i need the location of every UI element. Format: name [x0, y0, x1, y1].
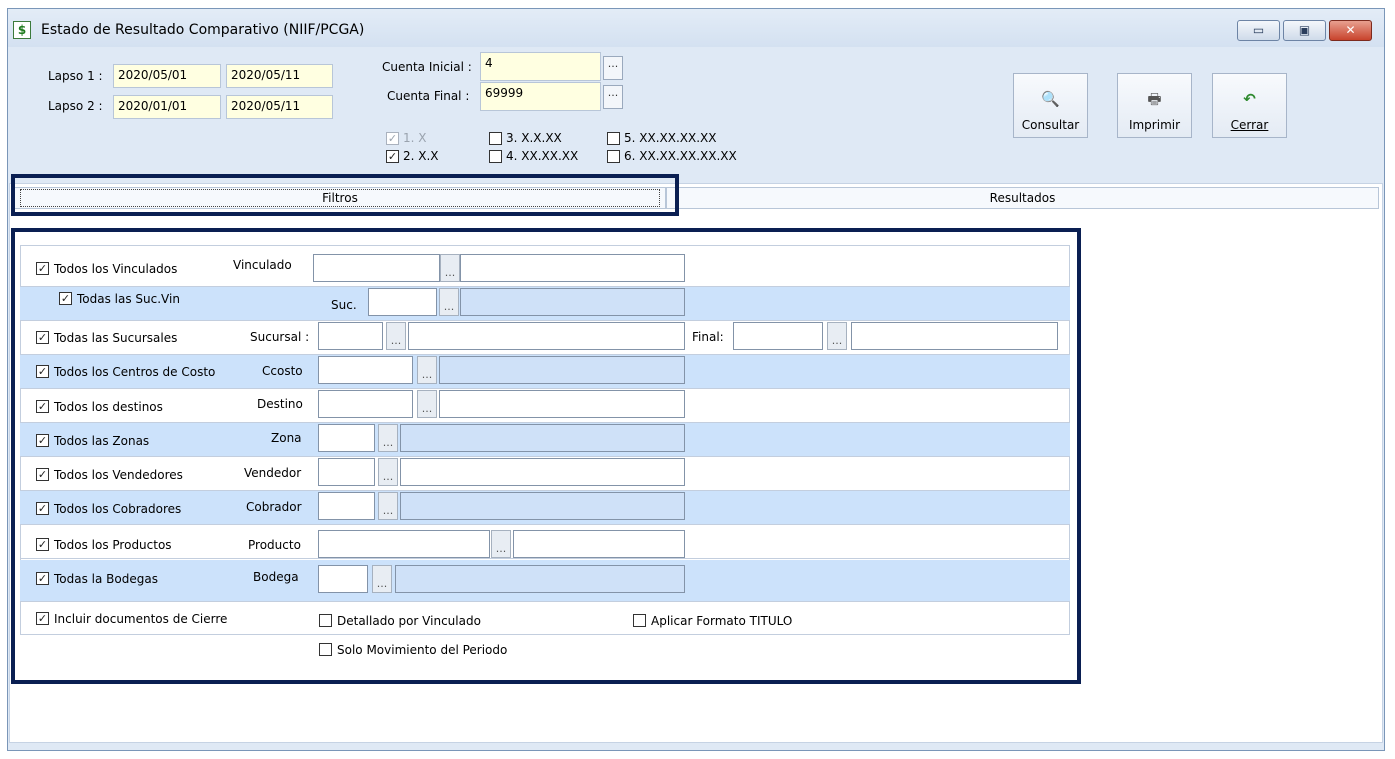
lapso1-label: Lapso 1 : — [48, 69, 103, 83]
close-icon: ✕ — [1345, 23, 1356, 37]
close-button[interactable]: ✕ — [1329, 20, 1372, 41]
lapso2-to-field[interactable]: 2020/05/11 — [226, 95, 333, 119]
lapso1-to-field[interactable]: 2020/05/11 — [226, 64, 333, 88]
level3-checkbox[interactable] — [489, 132, 502, 145]
lapso2-label: Lapso 2 : — [48, 99, 103, 113]
filters-highlight-frame — [11, 228, 1081, 684]
minimize-button[interactable]: ▭ — [1237, 20, 1280, 41]
app-report-icon: $ — [13, 21, 31, 39]
maximize-icon: ▣ — [1298, 23, 1311, 37]
cuenta-inicial-label: Cuenta Inicial : — [382, 60, 472, 74]
consultar-button[interactable]: 🔍 Consultar — [1013, 73, 1088, 138]
level4-label: 4. XX.XX.XX — [506, 149, 579, 163]
cuenta-final-field[interactable]: 69999 — [480, 82, 601, 111]
level6-label: 6. XX.XX.XX.XX.XX — [624, 149, 737, 163]
level3-label: 3. X.X.XX — [506, 131, 562, 145]
cuenta-final-label: Cuenta Final : — [387, 89, 470, 103]
cerrar-button[interactable]: ↶ Cerrar — [1212, 73, 1287, 138]
cuenta-inicial-field[interactable]: 4 — [480, 52, 601, 81]
tab-highlight-frame — [11, 174, 679, 216]
minimize-icon: ▭ — [1252, 23, 1265, 37]
magnifier-icon: 🔍 — [1041, 90, 1060, 108]
maximize-button[interactable]: ▣ — [1283, 20, 1326, 41]
level6-checkbox[interactable] — [607, 150, 620, 163]
level2-label: 2. X.X — [403, 149, 439, 163]
level2-checkbox[interactable]: ✓ — [386, 150, 399, 163]
lapso2-from-field[interactable]: 2020/01/01 — [113, 95, 221, 119]
level4-checkbox[interactable] — [489, 150, 502, 163]
window-title: Estado de Resultado Comparativo (NIIF/PC… — [41, 22, 365, 38]
printer-icon: 🖶 — [1147, 90, 1162, 108]
level5-label: 5. XX.XX.XX.XX — [624, 131, 717, 145]
lapso1-from-field[interactable]: 2020/05/01 — [113, 64, 221, 88]
cuenta-inicial-lookup-button[interactable]: ... — [603, 56, 623, 80]
level1-checkbox[interactable]: ✓ — [386, 132, 399, 145]
level5-checkbox[interactable] — [607, 132, 620, 145]
undo-arrow-icon: ↶ — [1243, 90, 1256, 108]
tab-resultados[interactable]: Resultados — [666, 187, 1379, 209]
imprimir-button[interactable]: 🖶 Imprimir — [1117, 73, 1192, 138]
level1-label: 1. X — [403, 131, 427, 145]
cuenta-final-lookup-button[interactable]: ... — [603, 85, 623, 109]
